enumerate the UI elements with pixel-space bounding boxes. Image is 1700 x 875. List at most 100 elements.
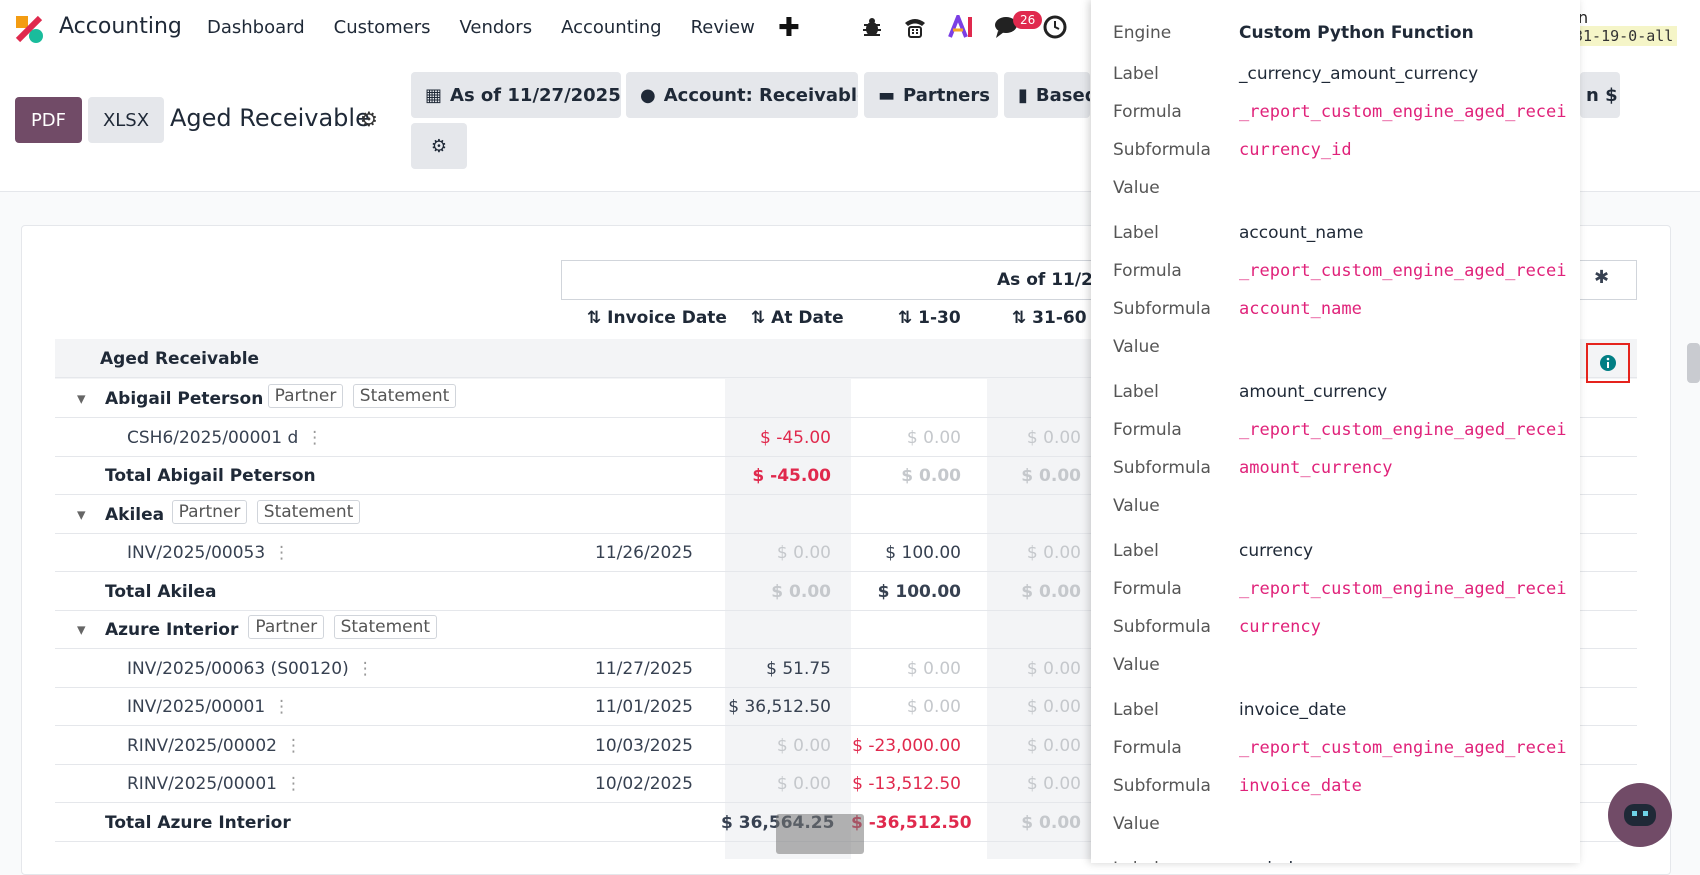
chatbot-icon[interactable] xyxy=(1608,783,1672,847)
app-title[interactable]: Accounting xyxy=(59,14,182,39)
partner-name[interactable]: Akilea xyxy=(105,505,164,525)
aging-1-30-cell[interactable]: $ 100.00 xyxy=(851,582,961,602)
based-on-filter-button[interactable]: ▮Based xyxy=(1004,72,1090,118)
line-label[interactable]: INV/2025/00053 ⋮ xyxy=(127,543,290,563)
debug-bug-icon[interactable] xyxy=(862,16,882,38)
caret-down-icon[interactable]: ▾ xyxy=(77,620,86,640)
ai-icon[interactable] xyxy=(948,15,974,39)
aging-1-30-cell[interactable]: $ 100.00 xyxy=(851,543,961,563)
line-label[interactable]: INV/2025/00001 ⋮ xyxy=(127,697,290,717)
row-menu-icon[interactable]: ⋮ xyxy=(285,736,302,756)
entry-label-key: Label xyxy=(1113,541,1159,561)
entry-subformula-key: Subformula xyxy=(1113,617,1211,637)
info-icon-highlight[interactable] xyxy=(1586,343,1630,383)
aging-31-60-cell[interactable]: $ 0.00 xyxy=(981,543,1081,563)
line-label[interactable]: INV/2025/00063 (S00120) ⋮ xyxy=(127,659,374,679)
entry-subformula-key: Subformula xyxy=(1113,140,1211,160)
column-header-31-60[interactable]: ⇅ 31-60 xyxy=(1012,308,1087,328)
aging-1-30-cell[interactable]: $ 0.00 xyxy=(851,428,961,448)
aging-1-30-cell[interactable]: $ 0.00 xyxy=(851,466,961,486)
statement-tag-button[interactable]: Statement xyxy=(256,499,361,524)
aging-31-60-cell[interactable]: $ 0.00 xyxy=(981,428,1081,448)
total-label: Total Azure Interior xyxy=(105,812,291,833)
at-date-cell[interactable]: $ -45.00 xyxy=(721,428,831,448)
settings-gear-icon[interactable]: ⚙ xyxy=(360,107,378,131)
debug-bug-icon-small[interactable]: ✱ xyxy=(1594,267,1609,288)
file-icon: ▮ xyxy=(1018,84,1028,106)
partner-tag-button[interactable]: Partner xyxy=(171,499,248,524)
currency-filter-button[interactable]: n $ xyxy=(1580,72,1620,118)
total-label: Total Abigail Peterson xyxy=(105,466,316,486)
aging-1-30-cell[interactable]: $ 0.00 xyxy=(851,659,961,679)
aging-31-60-cell[interactable]: $ 0.00 xyxy=(981,582,1081,602)
at-date-cell[interactable]: $ 0.00 xyxy=(721,543,831,563)
aging-31-60-cell[interactable]: $ 0.00 xyxy=(981,659,1081,679)
invoice-date-cell: 11/27/2025 xyxy=(595,658,693,679)
account-filter-button[interactable]: ● Account: Receivable xyxy=(626,72,858,118)
partner-name[interactable]: Azure Interior xyxy=(105,620,238,640)
aging-1-30-cell[interactable]: $ -13,512.50 xyxy=(851,774,961,794)
line-label[interactable]: CSH6/2025/00001 d ⋮ xyxy=(127,428,323,448)
line-label[interactable]: RINV/2025/00002 ⋮ xyxy=(127,736,302,756)
app-logo-icon[interactable] xyxy=(14,14,44,44)
info-circle-icon[interactable] xyxy=(1599,354,1617,372)
statement-tag-button[interactable]: Statement xyxy=(352,384,457,408)
at-date-cell[interactable]: $ 0.00 xyxy=(721,774,831,794)
menu-review[interactable]: Review xyxy=(691,17,755,38)
aging-31-60-cell[interactable]: $ 0.00 xyxy=(981,697,1081,717)
aging-1-30-cell[interactable]: $ 0.00 xyxy=(851,697,961,717)
at-date-cell[interactable]: $ 36,512.50 xyxy=(721,697,831,717)
cogs-icon: ⚙ xyxy=(430,135,448,157)
column-header-at-date[interactable]: ⇅ At Date xyxy=(751,308,844,328)
add-menu-icon[interactable]: ✚ xyxy=(778,13,800,43)
menu-vendors[interactable]: Vendors xyxy=(459,17,532,38)
robot-face-icon xyxy=(1624,804,1656,826)
partner-name[interactable]: Abigail Peterson xyxy=(105,389,263,409)
at-date-cell[interactable]: $ 0.00 xyxy=(721,736,831,756)
entry-formula-key: Formula xyxy=(1113,261,1182,281)
partners-filter-button[interactable]: ▬ Partners xyxy=(864,72,998,118)
at-date-cell[interactable]: $ 51.75 xyxy=(721,659,831,679)
options-cogs-button[interactable]: ⚙ xyxy=(411,123,467,169)
entry-formula-key: Formula xyxy=(1113,738,1182,758)
date-filter-button[interactable]: ▦ As of 11/27/2025 xyxy=(411,72,621,118)
row-menu-icon[interactable]: ⋮ xyxy=(285,774,302,794)
partner-tag-button[interactable]: Partner xyxy=(248,615,325,639)
entry-subformula-value: currency_id xyxy=(1239,140,1352,160)
line-label[interactable]: RINV/2025/00001 ⋮ xyxy=(127,774,302,794)
row-menu-icon[interactable]: ⋮ xyxy=(306,428,323,448)
column-header-invoice-date[interactable]: ⇅ Invoice Date xyxy=(587,308,727,328)
database-name: 31-19-0-all xyxy=(1570,26,1678,46)
entry-label-key: Label xyxy=(1113,64,1159,84)
menu-customers[interactable]: Customers xyxy=(334,17,431,38)
row-menu-icon[interactable]: ⋮ xyxy=(273,697,290,717)
column-header-1-30[interactable]: ⇅ 1-30 xyxy=(898,308,961,328)
phone-icon[interactable] xyxy=(902,14,928,40)
activity-clock-icon[interactable] xyxy=(1042,14,1068,40)
aging-31-60-cell[interactable]: $ 0.00 xyxy=(981,736,1081,756)
entry-formula-key: Formula xyxy=(1113,420,1182,440)
caret-down-icon[interactable]: ▾ xyxy=(77,505,86,525)
aging-31-60-cell[interactable]: $ 0.00 xyxy=(981,774,1081,794)
partner-tag-button[interactable]: Partner xyxy=(267,384,344,408)
row-menu-icon[interactable]: ⋮ xyxy=(273,543,290,563)
partner-tags: Partner Statement xyxy=(264,384,457,408)
xlsx-button[interactable]: XLSX xyxy=(88,97,164,143)
at-date-cell[interactable]: $ -45.00 xyxy=(721,466,831,486)
statement-tag-button[interactable]: Statement xyxy=(333,615,438,639)
menu-accounting[interactable]: Accounting xyxy=(561,17,662,38)
aging-1-30-cell[interactable]: $ -23,000.00 xyxy=(851,736,961,756)
entry-formula-value: _report_custom_engine_aged_recei xyxy=(1239,579,1567,599)
entry-value-key: Value xyxy=(1113,655,1160,675)
aging-31-60-cell[interactable]: $ 0.00 xyxy=(981,813,1081,833)
pdf-button[interactable]: PDF xyxy=(15,97,82,143)
at-date-cell[interactable]: $ 0.00 xyxy=(721,582,831,602)
caret-down-icon[interactable]: ▾ xyxy=(77,389,86,409)
row-menu-icon[interactable]: ⋮ xyxy=(357,659,374,679)
aging-31-60-cell[interactable]: $ 0.00 xyxy=(981,466,1081,486)
aging-1-30-cell[interactable]: $ -36,512.50 xyxy=(851,813,972,833)
page-scrollbar[interactable] xyxy=(1687,343,1700,383)
entry-value-key: Value xyxy=(1113,337,1160,357)
menu-dashboard[interactable]: Dashboard xyxy=(207,17,305,38)
messages-badge: 26 xyxy=(1013,11,1043,29)
